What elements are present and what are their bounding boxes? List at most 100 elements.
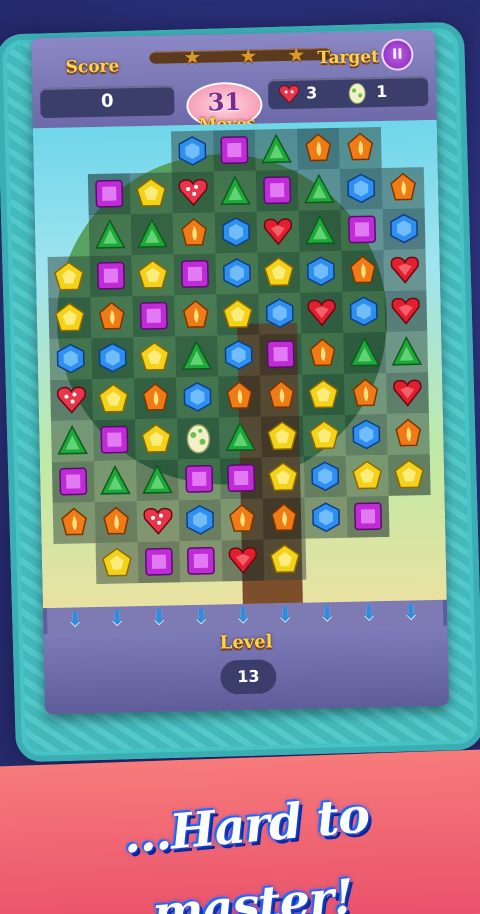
board-cell[interactable] bbox=[134, 418, 178, 461]
blue-hexagon-gem-icon[interactable] bbox=[388, 212, 421, 245]
board-cell[interactable] bbox=[260, 415, 304, 458]
green-triangle-gem-icon[interactable] bbox=[348, 336, 381, 369]
board-cell[interactable] bbox=[89, 255, 133, 298]
egg-icon[interactable] bbox=[182, 422, 215, 455]
purple-square-gem-icon[interactable] bbox=[137, 299, 170, 332]
board-cell[interactable] bbox=[52, 502, 96, 544]
board-cell[interactable] bbox=[344, 372, 387, 415]
red-heart-gem-icon[interactable] bbox=[391, 376, 424, 409]
board-cell[interactable] bbox=[218, 375, 261, 418]
yellow-pentagon-gem-icon[interactable] bbox=[135, 176, 168, 209]
green-triangle-gem-icon[interactable] bbox=[94, 218, 127, 251]
board-cell[interactable] bbox=[343, 331, 387, 374]
board-cell[interactable] bbox=[135, 459, 179, 502]
board-cell[interactable] bbox=[386, 372, 429, 414]
board-cell[interactable] bbox=[136, 500, 180, 543]
orange-flame-gem-icon[interactable] bbox=[265, 379, 298, 412]
purple-square-gem-icon[interactable] bbox=[183, 463, 216, 496]
red-heart-gem-icon[interactable] bbox=[227, 544, 260, 577]
board-cell[interactable] bbox=[260, 374, 303, 417]
yellow-pentagon-gem-icon[interactable] bbox=[393, 458, 426, 491]
orange-flame-gem-icon[interactable] bbox=[139, 381, 172, 414]
board-cell[interactable] bbox=[92, 419, 136, 462]
board-cell[interactable] bbox=[90, 296, 134, 339]
board-cell[interactable] bbox=[387, 454, 431, 496]
green-triangle-gem-icon[interactable] bbox=[56, 424, 89, 457]
blue-hexagon-gem-icon[interactable] bbox=[347, 295, 380, 328]
board-cell[interactable] bbox=[338, 126, 382, 169]
board-cell[interactable] bbox=[263, 538, 307, 581]
board-cell[interactable] bbox=[50, 379, 93, 421]
board-cell[interactable] bbox=[296, 127, 340, 170]
orange-flame-gem-icon[interactable] bbox=[95, 300, 128, 333]
yellow-pentagon-gem-icon[interactable] bbox=[138, 340, 171, 373]
board-cell[interactable] bbox=[262, 497, 306, 540]
yellow-pentagon-gem-icon[interactable] bbox=[263, 256, 296, 289]
blue-hexagon-gem-icon[interactable] bbox=[310, 501, 343, 534]
board-cell[interactable] bbox=[261, 456, 305, 499]
yellow-pentagon-gem-icon[interactable] bbox=[269, 543, 302, 576]
red-heart-gem-icon[interactable] bbox=[55, 383, 88, 416]
board-cell[interactable] bbox=[87, 173, 131, 216]
purple-square-gem-icon[interactable] bbox=[57, 465, 90, 498]
board-cell[interactable] bbox=[130, 213, 174, 256]
board-cell[interactable] bbox=[174, 294, 218, 337]
purple-square-gem-icon[interactable] bbox=[261, 174, 294, 207]
board-cell[interactable] bbox=[51, 461, 95, 503]
board-cell[interactable] bbox=[171, 171, 215, 214]
board-cell[interactable] bbox=[137, 541, 181, 584]
board-cell[interactable] bbox=[213, 170, 257, 213]
orange-flame-gem-icon[interactable] bbox=[302, 132, 335, 165]
blue-hexagon-gem-icon[interactable] bbox=[309, 460, 342, 493]
yellow-pentagon-gem-icon[interactable] bbox=[140, 422, 173, 455]
orange-flame-gem-icon[interactable] bbox=[344, 131, 377, 164]
board-cell[interactable] bbox=[346, 495, 390, 538]
board-cell[interactable] bbox=[178, 499, 222, 542]
board-cell[interactable] bbox=[297, 168, 341, 211]
board-cell[interactable] bbox=[173, 253, 217, 296]
board-cell[interactable] bbox=[339, 167, 383, 210]
orange-flame-gem-icon[interactable] bbox=[226, 503, 259, 536]
blue-hexagon-gem-icon[interactable] bbox=[263, 297, 296, 330]
purple-square-gem-icon[interactable] bbox=[264, 338, 297, 371]
purple-square-gem-icon[interactable] bbox=[98, 423, 131, 456]
board-cell[interactable] bbox=[300, 291, 344, 334]
yellow-pentagon-gem-icon[interactable] bbox=[97, 382, 130, 415]
board-cell[interactable] bbox=[134, 377, 177, 420]
board-cell[interactable] bbox=[344, 413, 388, 456]
blue-hexagon-gem-icon[interactable] bbox=[96, 341, 129, 374]
board-cell[interactable] bbox=[47, 256, 91, 298]
blue-hexagon-gem-icon[interactable] bbox=[184, 504, 217, 537]
yellow-pentagon-gem-icon[interactable] bbox=[351, 459, 384, 492]
board-cell[interactable] bbox=[386, 413, 430, 455]
purple-square-gem-icon[interactable] bbox=[185, 545, 218, 578]
board-cell[interactable] bbox=[170, 130, 214, 173]
yellow-pentagon-gem-icon[interactable] bbox=[53, 301, 86, 334]
board-cell[interactable] bbox=[91, 337, 135, 380]
green-triangle-gem-icon[interactable] bbox=[219, 175, 252, 208]
purple-square-gem-icon[interactable] bbox=[225, 462, 258, 495]
orange-flame-gem-icon[interactable] bbox=[179, 299, 212, 332]
purple-square-gem-icon[interactable] bbox=[95, 259, 128, 292]
green-triangle-gem-icon[interactable] bbox=[304, 214, 337, 247]
board-cell[interactable] bbox=[219, 457, 263, 500]
red-heart-gem-icon[interactable] bbox=[262, 215, 295, 248]
green-triangle-gem-icon[interactable] bbox=[99, 464, 132, 497]
orange-flame-gem-icon[interactable] bbox=[58, 506, 91, 539]
board-cell[interactable] bbox=[257, 251, 301, 294]
yellow-pentagon-gem-icon[interactable] bbox=[267, 461, 300, 494]
board-cell[interactable] bbox=[340, 208, 384, 251]
green-triangle-gem-icon[interactable] bbox=[303, 173, 336, 206]
board-cell[interactable] bbox=[176, 417, 220, 460]
orange-flame-gem-icon[interactable] bbox=[392, 417, 425, 450]
yellow-pentagon-gem-icon[interactable] bbox=[308, 419, 341, 452]
purple-square-gem-icon[interactable] bbox=[179, 258, 212, 291]
red-heart-gem-icon[interactable] bbox=[389, 253, 422, 286]
board-cell[interactable] bbox=[176, 376, 219, 419]
yellow-pentagon-gem-icon[interactable] bbox=[53, 260, 86, 293]
board-cell[interactable] bbox=[341, 249, 385, 292]
board-cell[interactable] bbox=[302, 414, 346, 457]
orange-flame-gem-icon[interactable] bbox=[100, 505, 133, 538]
board-cell[interactable] bbox=[298, 209, 342, 252]
blue-hexagon-gem-icon[interactable] bbox=[181, 381, 214, 414]
